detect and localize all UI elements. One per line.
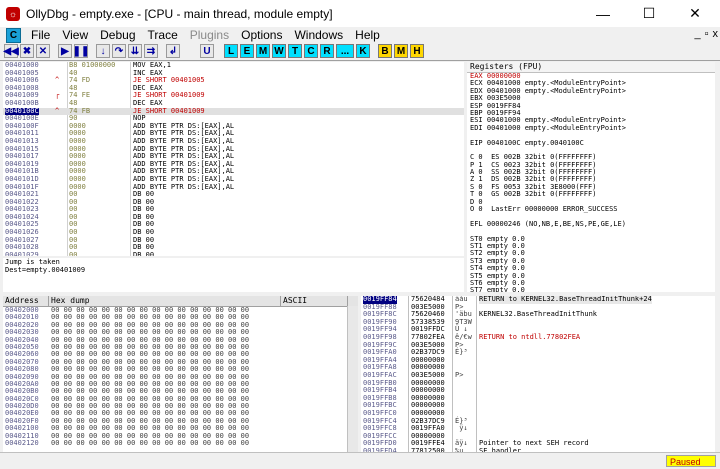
step-over-icon[interactable]: ↷ (112, 44, 126, 58)
menu-bar: C File View Debug Trace Plugins Options … (0, 27, 720, 43)
jump-arrow-icon: ^ (55, 76, 60, 85)
ollydbg-app-icon[interactable]: ☼ (6, 6, 20, 21)
minimize-button[interactable]: — (580, 0, 626, 27)
breakpoints-button[interactable]: B (378, 44, 392, 58)
dump-header-ascii[interactable]: ASCII (281, 296, 348, 306)
status-bar: Paused (0, 452, 720, 469)
trace-into-icon[interactable]: ⇊ (128, 44, 142, 58)
menu-file[interactable]: File (25, 28, 56, 42)
pause-icon[interactable]: ❚❚ (73, 44, 89, 58)
registers-pane[interactable]: Registers (FPU) EAX 00000000 ECX 00401000… (467, 62, 715, 292)
disasm-instruction: DB 00 (133, 250, 155, 256)
register-line[interactable]: EIP 0040100C empty.0040100C (467, 139, 715, 147)
register-line[interactable]: EDI 00401000 empty.<ModuleEntryPoint> (467, 124, 715, 132)
run-trace-button[interactable]: ... (336, 44, 354, 58)
dump-rows: 00402000 00 00 00 00 00 00 00 00 00 00 00… (3, 306, 358, 448)
dump-address: 00402120 (5, 439, 39, 448)
stack-ascii: ÿ↓ (455, 424, 468, 433)
register-line[interactable]: ST7 empty 0.0 (467, 286, 715, 292)
info-pane[interactable]: Jump is taken Dest=empty.00401009 (3, 258, 464, 292)
dump-scrollbar[interactable] (347, 306, 358, 452)
cpu-window-icon[interactable]: C (6, 27, 21, 43)
register-line[interactable]: EFL 00000246 (NO,NB,E,BE,NS,PE,GE,LE) (467, 220, 715, 228)
dump-row[interactable]: 00402120 00 00 00 00 00 00 00 00 00 00 00… (3, 439, 358, 448)
title-bar: ☼ OllyDbg - empty.exe - [CPU - main thre… (0, 0, 720, 27)
mdi-restore-button[interactable]: ▫ (705, 28, 709, 40)
menu-help[interactable]: Help (349, 28, 386, 42)
hex-dump-pane[interactable]: Address Hex dump ASCII 00402000 00 00 00 … (3, 296, 358, 452)
menu-trace[interactable]: Trace (142, 28, 184, 42)
disasm-row[interactable]: 00401029 00 DB 00 (3, 250, 464, 256)
registers-rows: EAX 00000000 ECX 00401000 empty.<ModuleEn… (467, 72, 715, 292)
stack-comment: RETURN to ntdll.77802FEA (479, 332, 581, 341)
disassembly-pane[interactable]: 00401000 B8 01000000 MOV EAX,1 00401005 40 IN… (3, 62, 464, 256)
info-line-jump: Jump is taken (5, 258, 60, 266)
info-line-dest: Dest=empty.00401009 (5, 266, 86, 274)
menu-windows[interactable]: Windows (288, 28, 349, 42)
threads-button[interactable]: T (288, 44, 302, 58)
dump-header-address[interactable]: Address (3, 296, 49, 306)
toolbar: ◀◀ ✖ ✕ ▶ ❚❚ ↓ ↷ ⇊ ⇉ ↲ U L E M W T C R ..… (0, 43, 720, 61)
jump-arrow-icon: ^ (55, 106, 60, 115)
stack-ascii: P> (455, 370, 464, 379)
jump-arrow-icon: ┌ (55, 91, 60, 100)
stack-ascii: É}³ (455, 348, 468, 357)
log-window-button[interactable]: L (224, 44, 238, 58)
window-title: OllyDbg - empty.exe - [CPU - main thread… (26, 6, 333, 21)
menu-debug[interactable]: Debug (94, 28, 141, 42)
memory-breakpoints-button[interactable]: M (394, 44, 408, 58)
hardware-breakpoints-button[interactable]: H (410, 44, 424, 58)
status-paused-badge: Paused (666, 455, 716, 467)
mdi-close-button[interactable]: x (713, 28, 719, 40)
mdi-controls: _ ▫ x (694, 28, 718, 40)
register-line[interactable]: T 0 GS 002B 32bit 0(FFFFFFFF) (467, 190, 715, 198)
dump-hex-bytes: 00 00 00 00 00 00 00 00 00 00 00 00 00 0… (51, 439, 250, 448)
call-stack-button[interactable]: K (356, 44, 370, 58)
menu-plugins[interactable]: Plugins (184, 28, 235, 42)
disasm-address: 00401029 (5, 250, 39, 256)
menu-options[interactable]: Options (235, 28, 288, 42)
stack-comment: KERNEL32.BaseThreadInitThunk (479, 310, 598, 319)
close-window-button[interactable]: ✕ (672, 0, 718, 27)
trace-over-icon[interactable]: ⇉ (144, 44, 158, 58)
register-line[interactable]: O 0 LastErr 00000000 ERROR_SUCCESS (467, 205, 715, 213)
windows-button[interactable]: W (272, 44, 286, 58)
memory-map-button[interactable]: M (256, 44, 270, 58)
executables-button[interactable]: E (240, 44, 254, 58)
stack-comment: RETURN to KERNEL32.BaseThreadInitThunk+2… (479, 296, 652, 304)
run-icon[interactable]: ▶ (58, 44, 72, 58)
dump-header-hex[interactable]: Hex dump (49, 296, 281, 306)
execute-till-return-icon[interactable]: ↲ (166, 44, 180, 58)
maximize-button[interactable]: ☐ (626, 0, 672, 27)
close-debuggee-icon[interactable]: ✕ (36, 44, 50, 58)
goto-icon[interactable]: U (200, 44, 214, 58)
step-into-icon[interactable]: ↓ (96, 44, 110, 58)
stack-rows: 0019FF84 75620484 äåu RETURN to KERNEL32.Ba… (361, 296, 715, 452)
references-button[interactable]: R (320, 44, 334, 58)
cpu-button[interactable]: C (304, 44, 318, 58)
open-icon[interactable]: ◀◀ (3, 44, 19, 58)
disasm-hex: 00 (69, 250, 78, 256)
mdi-minimize-button[interactable]: _ (694, 28, 700, 40)
restart-icon[interactable]: ✖ (20, 44, 34, 58)
menu-view[interactable]: View (56, 28, 94, 42)
disassembly-rows: 00401000 B8 01000000 MOV EAX,1 00401005 40 IN… (3, 62, 464, 256)
stack-pane[interactable]: 0019FF84 75620484 äåu RETURN to KERNEL32.Ba… (361, 296, 715, 452)
